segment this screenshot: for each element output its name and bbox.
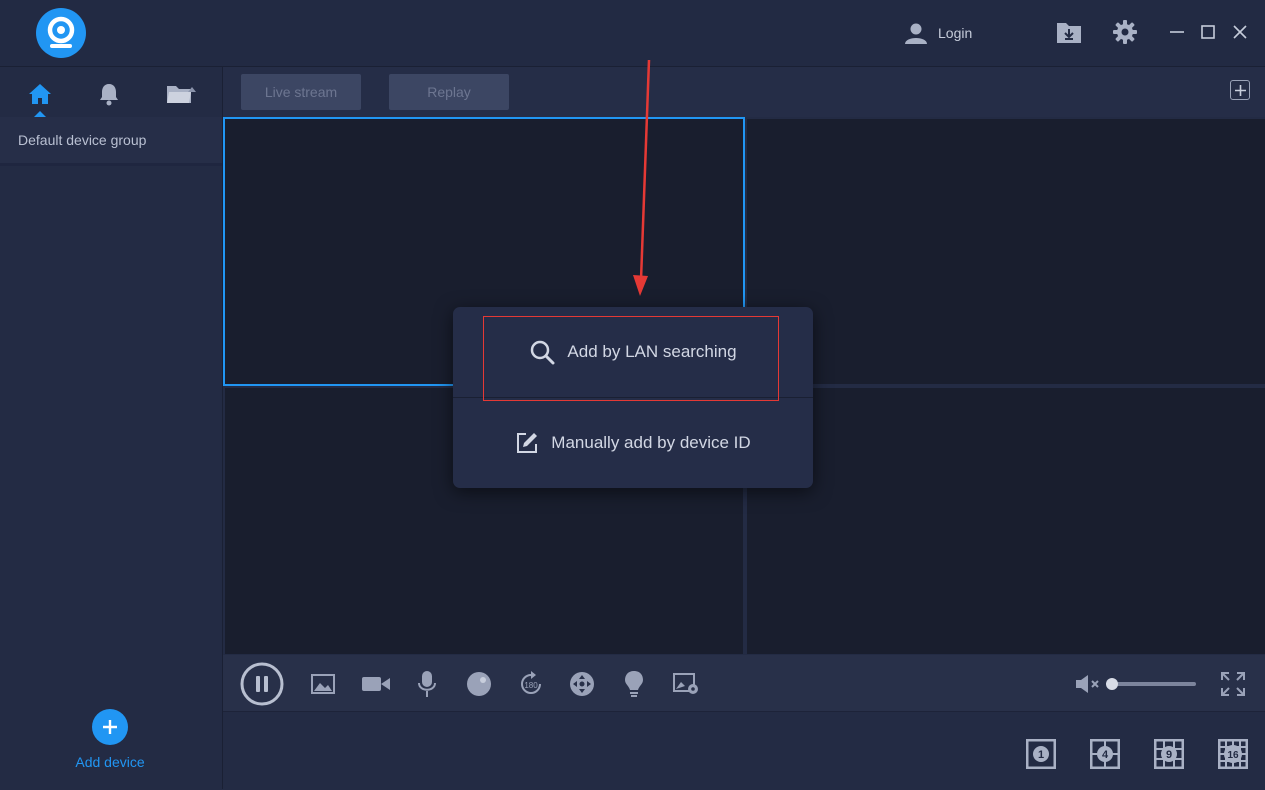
- collapse-caret-icon[interactable]: [188, 87, 196, 92]
- playback-controls: 180: [223, 655, 1265, 711]
- fullscreen-icon: [1221, 672, 1245, 696]
- minimize-icon[interactable]: [1169, 24, 1185, 40]
- layout-1-icon: 1: [1025, 738, 1057, 770]
- sphere-icon: [467, 672, 491, 696]
- bell-icon: [100, 84, 118, 106]
- add-window-button[interactable]: [1230, 80, 1250, 100]
- light-button[interactable]: [621, 671, 647, 697]
- manual-add-item[interactable]: Manually add by device ID: [453, 398, 813, 488]
- view-toolbar: Live stream Replay: [223, 67, 1265, 117]
- device-group-label: Default device group: [18, 132, 147, 148]
- fisheye-button[interactable]: [466, 671, 492, 697]
- mute-icon: [1076, 675, 1099, 693]
- mute-button[interactable]: [1075, 671, 1103, 697]
- pause-icon[interactable]: [239, 661, 285, 707]
- app-logo-icon: [36, 8, 86, 58]
- manual-add-label: Manually add by device ID: [551, 433, 751, 452]
- title-bar: Login: [0, 0, 1265, 67]
- layout-4-icon: 4: [1089, 738, 1121, 770]
- ptz-button[interactable]: [569, 671, 595, 697]
- add-by-lan-item[interactable]: Add by LAN searching: [453, 307, 813, 397]
- record-icon: [362, 677, 390, 691]
- edit-icon: [517, 433, 538, 453]
- layout-9-button[interactable]: 9: [1153, 738, 1185, 770]
- fullscreen-button[interactable]: [1220, 671, 1246, 697]
- add-device-label[interactable]: Add device: [60, 754, 160, 770]
- video-pane-2[interactable]: [747, 119, 1265, 384]
- tab-files[interactable]: [164, 79, 194, 109]
- replay-button[interactable]: Replay: [389, 74, 509, 110]
- layout-16-button[interactable]: 16: [1217, 738, 1249, 770]
- device-group-row[interactable]: Default device group: [0, 117, 222, 166]
- layout-9-label: 9: [1166, 749, 1172, 761]
- home-icon: [29, 84, 51, 104]
- volume-slider-handle[interactable]: [1106, 678, 1118, 690]
- add-by-lan-label: Add by LAN searching: [567, 342, 737, 361]
- tab-alerts[interactable]: [94, 79, 124, 109]
- layout-4-button[interactable]: 4: [1089, 738, 1121, 770]
- bulb-icon: [625, 671, 643, 697]
- rotate-180-icon: 180: [521, 671, 541, 694]
- layout-16-label: 16: [1227, 750, 1239, 761]
- add-device-button[interactable]: [92, 709, 128, 745]
- ptz-icon: [570, 672, 594, 696]
- image-settings-icon: [673, 673, 698, 694]
- plus-icon: [103, 720, 117, 734]
- tab-home[interactable]: [25, 79, 55, 109]
- left-sidebar: Default device group Add device: [0, 67, 223, 789]
- record-button[interactable]: [361, 671, 391, 697]
- login-label: Login: [938, 25, 973, 41]
- layout-1-label: 1: [1038, 749, 1044, 761]
- layout-1-button[interactable]: 1: [1025, 738, 1057, 770]
- microphone-button[interactable]: [414, 671, 440, 697]
- close-icon[interactable]: [1232, 24, 1248, 40]
- maximize-icon[interactable]: [1200, 24, 1216, 40]
- login-button[interactable]: Login: [904, 20, 972, 46]
- user-icon: [905, 23, 927, 44]
- mic-icon: [418, 671, 436, 697]
- search-icon: [531, 340, 555, 365]
- snapshot-icon: [311, 674, 335, 694]
- sidebar-tabs: [0, 67, 222, 117]
- volume-slider[interactable]: [1109, 682, 1196, 686]
- layout-9-icon: 9: [1153, 738, 1185, 770]
- layout-16-icon: 16: [1217, 738, 1249, 770]
- layout-bar: 1 4 9 16: [223, 711, 1265, 790]
- video-pane-4[interactable]: [747, 388, 1265, 654]
- plus-icon: [1234, 84, 1246, 96]
- add-device-menu: Add by LAN searching Manually add by dev…: [453, 307, 813, 488]
- live-stream-button[interactable]: Live stream: [241, 74, 361, 110]
- snapshot-button[interactable]: [310, 671, 336, 697]
- layout-4-label: 4: [1102, 749, 1109, 761]
- rotate-180-button[interactable]: 180: [518, 671, 544, 697]
- image-settings-button[interactable]: [673, 671, 699, 697]
- download-folder-icon[interactable]: [1056, 20, 1082, 44]
- gear-icon[interactable]: [1113, 20, 1137, 44]
- svg-text:180: 180: [524, 681, 538, 690]
- annotation-arrow: [633, 60, 651, 296]
